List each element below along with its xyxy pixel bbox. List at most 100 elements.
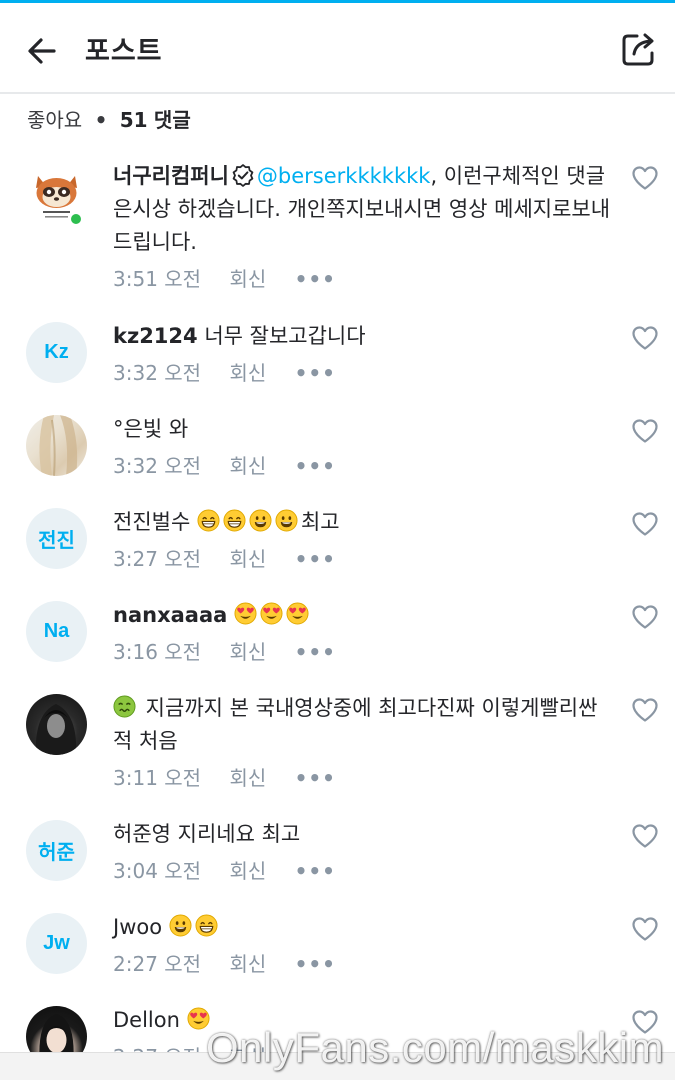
stats-separator: • <box>94 108 108 132</box>
like-button[interactable] <box>631 916 659 942</box>
grin-emoji-icon <box>223 509 246 532</box>
comment-meta: 3:04 오전 회신 ••• <box>113 855 358 884</box>
comment-time: 3:11 오전 <box>113 766 202 790</box>
comment-time: 3:32 오전 <box>113 361 202 385</box>
comment-time: 3:51 오전 <box>113 267 202 291</box>
avatar[interactable]: Na <box>26 601 87 662</box>
comment-author[interactable]: Jwoo <box>113 915 162 939</box>
grin-emoji-icon <box>197 509 220 532</box>
heart-eyes-emoji-icon <box>286 602 309 625</box>
comment-body <box>162 915 169 939</box>
avatar[interactable] <box>26 166 87 227</box>
heart-eyes-emoji-icon <box>234 602 257 625</box>
comment-meta: 3:32 오전 회신 ••• <box>113 450 358 479</box>
comment-author[interactable]: °은빛 <box>113 417 162 441</box>
comment-meta: 3:16 오전 회신 ••• <box>113 636 358 665</box>
comment-body: 너무 잘보고갑니다 <box>197 324 366 348</box>
reply-button[interactable]: 회신 <box>229 859 266 883</box>
heart-outline-icon <box>632 824 658 848</box>
reply-button[interactable]: 회신 <box>229 267 266 291</box>
smile-emoji-icon <box>275 509 298 532</box>
more-options-button[interactable]: ••• <box>295 361 336 385</box>
comment-text: nanxaaaa <box>113 599 613 632</box>
heart-outline-icon <box>632 698 658 722</box>
watermark: OnlyFans.com/maskkim <box>206 1024 665 1071</box>
comment-body: 최고 <box>300 510 340 534</box>
comment-author[interactable]: 허준영 <box>113 822 171 846</box>
page-title: 포스트 <box>85 36 163 67</box>
avatar[interactable]: 전진 <box>26 508 87 569</box>
comments-label: 댓글 <box>153 108 191 132</box>
comment-time: 3:27 오전 <box>113 547 202 571</box>
comment-text: 전진벌수 최고 <box>113 506 613 539</box>
comment-meta: 3:27 오전 회신 ••• <box>113 543 358 572</box>
comment-author[interactable]: Dellon <box>113 1008 180 1032</box>
back-button[interactable] <box>22 31 66 71</box>
reply-button[interactable]: 회신 <box>229 640 266 664</box>
share-icon <box>622 33 654 66</box>
reply-button[interactable]: 회신 <box>229 454 266 478</box>
avatar-initials: Na <box>43 620 70 642</box>
comment-time: 3:16 오전 <box>113 640 202 664</box>
comment-body: 와 <box>162 417 189 441</box>
comment-author[interactable]: 너구리컴퍼니 <box>113 164 229 188</box>
more-options-button[interactable]: ••• <box>295 267 336 291</box>
comment-body: 지리네요 최고 <box>170 822 301 846</box>
avatar[interactable]: Kz <box>26 322 87 383</box>
more-options-button[interactable]: ••• <box>295 952 336 976</box>
verified-badge-icon <box>232 164 254 187</box>
nauseated-emoji-icon <box>113 695 136 718</box>
comment-text: 지금까지 본 국내영상중에 최고다진짜 이렇게빨리싼적 처음 <box>113 692 613 758</box>
like-button[interactable] <box>631 604 659 630</box>
more-options-button[interactable]: ••• <box>295 454 336 478</box>
more-options-button[interactable]: ••• <box>295 640 336 664</box>
avatar[interactable] <box>26 694 87 755</box>
avatar[interactable] <box>26 415 87 476</box>
post-stats: 좋아요 • 51 댓글 <box>27 104 191 133</box>
heart-outline-icon <box>632 917 658 941</box>
grin-emoji-icon <box>195 914 218 937</box>
like-button[interactable] <box>631 823 659 849</box>
like-button[interactable] <box>631 418 659 444</box>
comment-text: 너구리컴퍼니 @berserkkkkkkk, 이런구체적인 댓글은시상 하겠습니다… <box>113 160 613 259</box>
comment-meta: 2:27 오전 회신 ••• <box>113 948 358 977</box>
more-options-button[interactable]: ••• <box>295 766 336 790</box>
reply-button[interactable]: 회신 <box>229 766 266 790</box>
heart-outline-icon <box>632 326 658 350</box>
avatar[interactable]: 허준 <box>26 820 87 881</box>
comment-text: Jwoo <box>113 911 613 944</box>
heart-outline-icon <box>632 419 658 443</box>
heart-eyes-emoji-icon <box>260 602 283 625</box>
like-button[interactable] <box>631 165 659 191</box>
smile-emoji-icon <box>169 914 192 937</box>
reply-button[interactable]: 회신 <box>229 547 266 571</box>
arrow-left-icon <box>28 38 56 64</box>
user-photo-icon <box>35 704 77 755</box>
comment-body: 지금까지 본 국내영상중에 최고다진짜 이렇게빨리싼적 처음 <box>113 696 598 753</box>
mention-link[interactable]: @berserkkkkkkk <box>257 164 431 188</box>
likes-label[interactable]: 좋아요 <box>27 108 82 132</box>
comment-author[interactable]: kz2124 <box>113 324 198 348</box>
comment-author[interactable]: 전진벌수 <box>113 510 190 534</box>
reply-button[interactable]: 회신 <box>229 952 266 976</box>
heart-outline-icon <box>632 605 658 629</box>
comment-text: kz2124 너무 잘보고갑니다 <box>113 320 613 353</box>
more-options-button[interactable]: ••• <box>295 859 336 883</box>
share-button[interactable] <box>617 27 661 71</box>
avatar[interactable]: Jw <box>26 913 87 974</box>
like-button[interactable] <box>631 325 659 351</box>
avatar-initials: 전진 <box>38 530 75 552</box>
like-button[interactable] <box>631 511 659 537</box>
comment-meta: 3:11 오전 회신 ••• <box>113 762 358 791</box>
comments-count: 51 <box>119 108 148 132</box>
comment-meta: 3:32 오전 회신 ••• <box>113 357 358 386</box>
avatar-initials: Kz <box>44 341 69 363</box>
online-indicator <box>69 212 83 226</box>
comment-author[interactable]: nanxaaaa <box>113 603 227 627</box>
reply-button[interactable]: 회신 <box>229 361 266 385</box>
comment-meta: 3:51 오전 회신 ••• <box>113 263 358 292</box>
more-options-button[interactable]: ••• <box>295 547 336 571</box>
like-button[interactable] <box>631 697 659 723</box>
avatar-initials: 허준 <box>38 842 75 864</box>
smile-emoji-icon <box>249 509 272 532</box>
